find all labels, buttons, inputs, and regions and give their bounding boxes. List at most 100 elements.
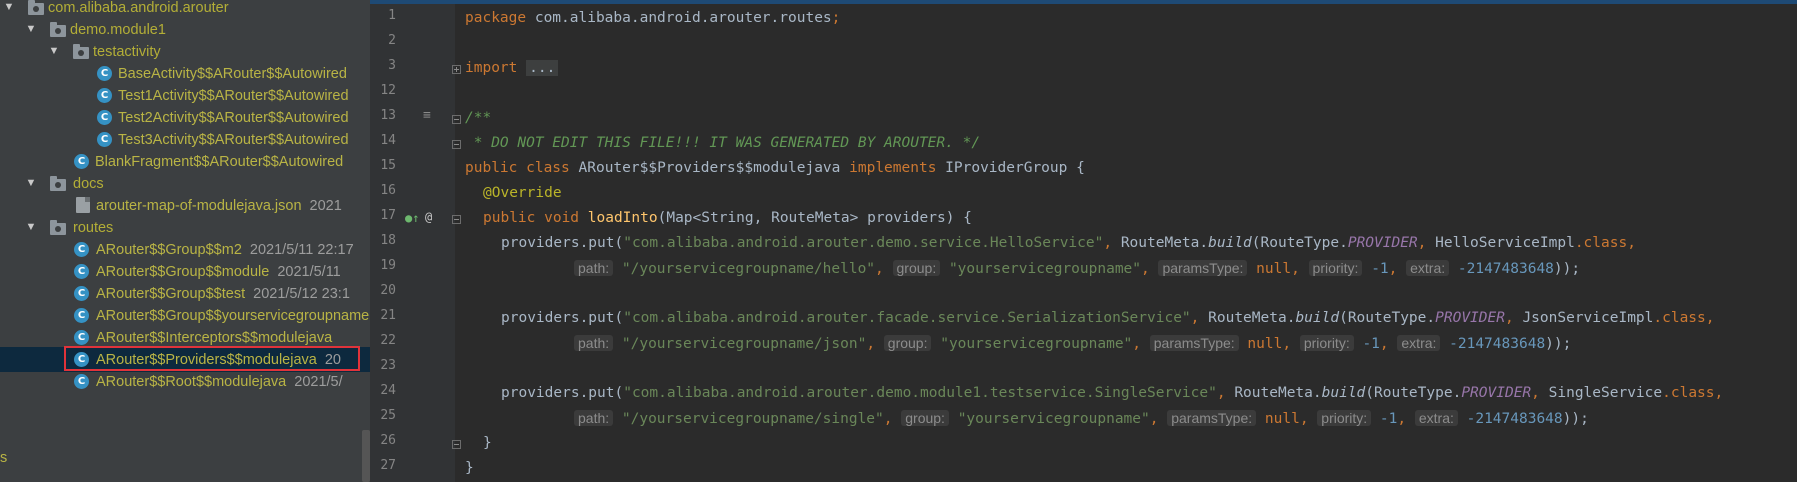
class-icon: C [74, 352, 89, 367]
code-token: -1 [1362, 336, 1380, 352]
code-token: , [866, 336, 884, 352]
fold-collapse-icon[interactable] [452, 140, 461, 149]
expand-arrow-icon[interactable]: ▼ [48, 45, 60, 57]
param-hint: group: [892, 260, 941, 276]
package-folder-icon [73, 44, 89, 59]
tree-item-label: arouter-map-of-modulejava.json [96, 197, 302, 214]
code-line: * DO NOT EDIT THIS FILE!!! IT WAS GENERA… [465, 131, 980, 156]
line-number: 3 [388, 58, 396, 73]
code-token: PROVIDER [1435, 310, 1505, 326]
code-token: "yourservicegroupname" [948, 261, 1142, 277]
code-token: import [465, 60, 518, 76]
tree-item-class[interactable]: C ARouter$$Root$$modulejava 2021/5/ [0, 369, 370, 394]
code-line: /** [465, 106, 491, 131]
code-token: -2147483648 [1449, 336, 1546, 352]
folded-imports[interactable]: ... [526, 60, 559, 76]
line-number: 22 [380, 333, 396, 348]
line-number: 16 [380, 183, 396, 198]
code-token: * DO NOT EDIT THIS FILE!!! IT WAS GENERA… [465, 135, 981, 151]
tree-item-label: testactivity [93, 43, 161, 60]
class-icon: C [74, 154, 89, 169]
code-token: (RouteType. [1251, 235, 1348, 251]
code-token: implements [849, 160, 946, 176]
annotation-at-icon[interactable]: @ [425, 210, 432, 224]
code-token: build [1208, 235, 1252, 251]
fold-expand-icon[interactable] [452, 65, 461, 74]
line-number: 2 [388, 33, 396, 48]
code-token: (Map<String, RouteMeta> providers) { [657, 210, 972, 226]
tree-item-label: BaseActivity$$ARouter$$Autowired [118, 65, 347, 82]
code-token: package [465, 10, 527, 26]
line-number: 24 [380, 383, 396, 398]
tree-item-label: ARouter$$Group$$m2 [96, 241, 242, 258]
tree-item-label: ARouter$$Interceptors$$modulejava [96, 329, 333, 346]
code-token: , [1132, 336, 1150, 352]
tree-item-date: 2021/5/12 23:1 [253, 285, 350, 302]
code-token: loadInto [587, 210, 658, 226]
tree-item-date: 2021 [309, 197, 342, 214]
code-token: , [883, 411, 902, 427]
code-token: "/yourservicegroupname/hello" [621, 261, 876, 277]
tree-item-label: Test1Activity$$ARouter$$Autowired [118, 87, 349, 104]
package-folder-icon [28, 0, 44, 15]
code-token: providers.put( [501, 235, 624, 251]
fold-collapse-icon[interactable] [452, 215, 461, 224]
param-hint: paramsType: [1167, 410, 1257, 426]
line-number: 25 [380, 408, 396, 423]
code-token: -2147483648 [1457, 261, 1554, 277]
expand-arrow-icon[interactable]: ▼ [25, 221, 37, 233]
code-token: , [1417, 235, 1436, 251]
tree-item-text: ARouter$$Group$$test 2021/5/12 23:1 [96, 286, 350, 302]
code-token: HelloServiceImpl [1435, 235, 1575, 251]
code-token: /** [465, 110, 492, 126]
code-line: import ... [465, 56, 559, 81]
param-hint: path: [574, 410, 614, 426]
code-token: null [1256, 261, 1292, 277]
class-icon: C [97, 110, 112, 125]
doc-comment-icon[interactable]: ≡ [423, 108, 431, 123]
package-folder-icon [50, 22, 66, 37]
code-token: , [875, 261, 893, 277]
line-number: 26 [380, 433, 396, 448]
tree-item-label: ARouter$$Group$$module [96, 263, 270, 280]
tree-item-text: ARouter$$Providers$$modulejava 20 [96, 352, 341, 368]
code-line: path: "/yourservicegroupname/hello", gro… [574, 256, 1580, 281]
code-token: , [1531, 385, 1549, 401]
line-number: 14 [380, 133, 396, 148]
code-token: public class [465, 160, 579, 176]
line-number: 17 [380, 208, 396, 223]
code-token: )); [1553, 261, 1581, 277]
param-hint: priority: [1299, 335, 1354, 351]
code-token: -1 [1371, 261, 1389, 277]
code-token: IProviderGroup { [945, 160, 1085, 176]
code-token: .class [1574, 235, 1628, 251]
code-token: , [1291, 261, 1309, 277]
editor-tab-strip [370, 0, 1797, 4]
code-token: , [1504, 310, 1523, 326]
param-hint: extra: [1397, 335, 1441, 351]
tree-scrollbar[interactable] [362, 430, 370, 482]
code-token: , [1397, 411, 1415, 427]
code-token: , [1141, 261, 1159, 277]
fold-collapse-icon[interactable] [452, 440, 461, 449]
tree-item-label: ARouter$$Group$$yourservicegroupname [96, 307, 370, 324]
implements-method-icon[interactable]: ●↑ [405, 211, 419, 225]
expand-arrow-icon[interactable]: ▼ [3, 1, 15, 13]
code-token: "com.alibaba.android.arouter.facade.serv… [623, 310, 1191, 326]
project-tree-panel: ▼ com.alibaba.android.arouter ▼ demo.mod… [0, 0, 370, 482]
tree-item-label: com.alibaba.android.arouter [48, 0, 229, 16]
param-hint: group: [901, 410, 949, 426]
fold-collapse-icon[interactable] [452, 115, 461, 124]
code-token: PROVIDER [1347, 235, 1418, 251]
code-token: (RouteType. [1365, 385, 1462, 401]
line-number: 1 [388, 8, 396, 23]
code-token: @Override [483, 185, 562, 201]
param-hint: paramsType: [1158, 260, 1248, 276]
param-hint: priority: [1308, 260, 1363, 276]
expand-arrow-icon[interactable]: ▼ [25, 23, 37, 35]
tree-item-text: arouter-map-of-modulejava.json 2021 [96, 198, 342, 214]
class-icon: C [97, 88, 112, 103]
expand-arrow-icon[interactable]: ▼ [25, 177, 37, 189]
code-token: (RouteType. [1339, 310, 1436, 326]
tree-item-label: ARouter$$Group$$test [96, 285, 246, 302]
